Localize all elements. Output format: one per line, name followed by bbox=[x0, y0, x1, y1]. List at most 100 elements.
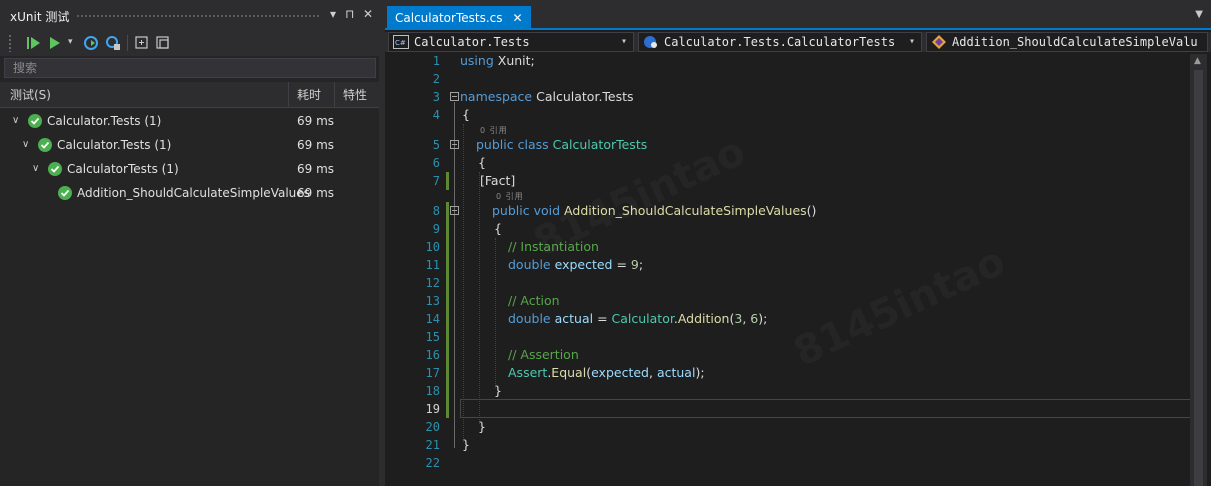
current-line-highlight bbox=[460, 399, 1190, 418]
indent-guide bbox=[463, 124, 464, 442]
watermark: 8145intao bbox=[787, 238, 1012, 376]
line-number: 22 bbox=[425, 456, 440, 470]
code-line: using Xunit; bbox=[460, 54, 535, 68]
code-editor: CalculatorTests.cs ✕ ▼ C# Calculator.Tes… bbox=[385, 0, 1211, 486]
code-line: // Action bbox=[508, 293, 560, 308]
code-line: double expected = 9; bbox=[508, 257, 644, 272]
line-number: 17 bbox=[425, 366, 440, 380]
column-duration[interactable]: 耗时 bbox=[288, 82, 334, 108]
member-selector[interactable]: Addition_ShouldCalculateSimpleValu bbox=[926, 32, 1208, 52]
chevron-down-icon: ▾ bbox=[620, 36, 627, 47]
test-explorer-panel: xUnit 测试 ▾ ⊓ ✕ ▾ 搜索 测试(S) 耗时 特性 ∨ Calcul… bbox=[0, 0, 379, 486]
line-number: 1 bbox=[432, 54, 440, 68]
pin-icon[interactable]: ⊓ bbox=[345, 6, 354, 22]
test-toolbar: ▾ bbox=[0, 30, 379, 56]
code-line: } bbox=[478, 419, 486, 434]
member-name: Addition_ShouldCalculateSimpleValu bbox=[952, 35, 1198, 49]
line-number: 13 bbox=[425, 294, 440, 308]
vertical-scrollbar[interactable]: ▲ bbox=[1190, 54, 1207, 486]
code-line: Assert.Equal(expected, actual); bbox=[508, 365, 705, 380]
chevron-down-icon: ▾ bbox=[908, 36, 915, 47]
type-selector[interactable]: Calculator.Tests.CalculatorTests ▾ bbox=[638, 32, 922, 52]
test-row[interactable]: ∨ Calculator.Tests (1) 69 ms bbox=[0, 109, 379, 133]
code-line: } bbox=[494, 383, 502, 398]
toolbar-grip[interactable] bbox=[8, 34, 12, 52]
test-row[interactable]: ∨ Calculator.Tests (1) 69 ms bbox=[0, 133, 379, 157]
code-line: { bbox=[478, 155, 486, 170]
method-icon bbox=[932, 35, 946, 49]
test-name: Calculator.Tests (1) bbox=[57, 138, 172, 152]
test-duration: 69 ms bbox=[297, 162, 335, 176]
test-name: Addition_ShouldCalculateSimpleValues bbox=[77, 186, 310, 200]
title-grip[interactable] bbox=[76, 14, 321, 18]
line-number: 3 bbox=[432, 90, 440, 104]
csharp-project-icon: C# bbox=[393, 35, 409, 49]
line-number: 2 bbox=[432, 72, 440, 86]
code-line: { bbox=[494, 221, 502, 236]
tab-label: CalculatorTests.cs bbox=[395, 11, 503, 25]
line-number: 4 bbox=[432, 108, 440, 122]
line-number: 9 bbox=[432, 222, 440, 236]
line-number: 5 bbox=[432, 138, 440, 152]
window-position-dropdown-icon[interactable]: ▾ bbox=[330, 6, 336, 22]
tab-list-dropdown-icon[interactable]: ▼ bbox=[1195, 9, 1203, 20]
project-selector[interactable]: C# Calculator.Tests ▾ bbox=[388, 32, 634, 52]
collapse-namespace-icon[interactable] bbox=[450, 92, 459, 101]
passed-icon bbox=[38, 138, 52, 152]
line-number: 18 bbox=[425, 384, 440, 398]
code-area[interactable]: 1 2 3 4 5 6 7 8 9 10 11 12 13 14 15 16 1… bbox=[406, 54, 1190, 486]
line-number: 20 bbox=[425, 420, 440, 434]
close-panel-icon[interactable]: ✕ bbox=[363, 6, 373, 22]
line-number: 16 bbox=[425, 348, 440, 362]
collapse-class-icon[interactable] bbox=[450, 140, 459, 149]
code-line: double actual = Calculator.Addition(3, 6… bbox=[508, 311, 768, 326]
expand-chevron-icon[interactable]: ∨ bbox=[22, 133, 29, 157]
run-icon[interactable] bbox=[46, 34, 64, 52]
line-number: 12 bbox=[425, 276, 440, 290]
search-input[interactable]: 搜索 bbox=[4, 58, 376, 78]
cancel-run-icon[interactable] bbox=[104, 34, 122, 52]
fold-line bbox=[454, 102, 455, 448]
document-tab[interactable]: CalculatorTests.cs ✕ bbox=[387, 6, 531, 30]
document-tab-strip: CalculatorTests.cs ✕ ▼ bbox=[385, 0, 1211, 30]
line-number: 10 bbox=[425, 240, 440, 254]
line-number: 14 bbox=[425, 312, 440, 326]
reference-count-hint[interactable]: 0 引用 bbox=[496, 191, 524, 202]
test-duration: 69 ms bbox=[297, 138, 335, 152]
test-name: Calculator.Tests (1) bbox=[47, 114, 162, 128]
type-name: Calculator.Tests.CalculatorTests bbox=[664, 35, 896, 49]
expand-chevron-icon[interactable]: ∨ bbox=[32, 157, 39, 181]
expand-chevron-icon[interactable]: ∨ bbox=[12, 109, 19, 133]
test-row[interactable]: Addition_ShouldCalculateSimpleValues 69 … bbox=[0, 181, 379, 205]
code-line: public class CalculatorTests bbox=[476, 137, 648, 152]
code-line: // Instantiation bbox=[508, 239, 599, 254]
run-all-icon[interactable] bbox=[24, 34, 42, 52]
test-row[interactable]: ∨ CalculatorTests (1) 69 ms bbox=[0, 157, 379, 181]
column-traits[interactable]: 特性 bbox=[334, 82, 379, 108]
toolbar-separator bbox=[127, 35, 128, 51]
passed-icon bbox=[28, 114, 42, 128]
scrollbar-thumb[interactable] bbox=[1194, 70, 1203, 486]
run-dropdown-icon[interactable]: ▾ bbox=[68, 37, 73, 47]
close-tab-icon[interactable]: ✕ bbox=[512, 11, 522, 25]
line-number: 21 bbox=[425, 438, 440, 452]
collapse-method-icon[interactable] bbox=[450, 206, 459, 215]
expand-all-icon[interactable] bbox=[133, 34, 151, 52]
reference-count-hint[interactable]: 0 引用 bbox=[480, 125, 508, 136]
line-number: 11 bbox=[425, 258, 440, 272]
collapse-all-icon[interactable] bbox=[154, 34, 172, 52]
indent-guide bbox=[479, 172, 480, 424]
line-number: 15 bbox=[425, 330, 440, 344]
line-number: 8 bbox=[432, 204, 440, 218]
scroll-up-icon[interactable]: ▲ bbox=[1194, 56, 1201, 66]
editor-margin bbox=[385, 54, 406, 486]
svg-text:C#: C# bbox=[395, 39, 406, 47]
code-line: // Assertion bbox=[508, 347, 579, 362]
code-line: { bbox=[462, 107, 470, 122]
test-duration: 69 ms bbox=[297, 186, 335, 200]
test-name: CalculatorTests (1) bbox=[67, 162, 179, 176]
code-line: public void Addition_ShouldCalculateSimp… bbox=[492, 203, 817, 218]
refresh-icon[interactable] bbox=[82, 34, 100, 52]
column-test[interactable]: 测试(S) bbox=[0, 82, 288, 108]
change-marker bbox=[446, 172, 449, 190]
